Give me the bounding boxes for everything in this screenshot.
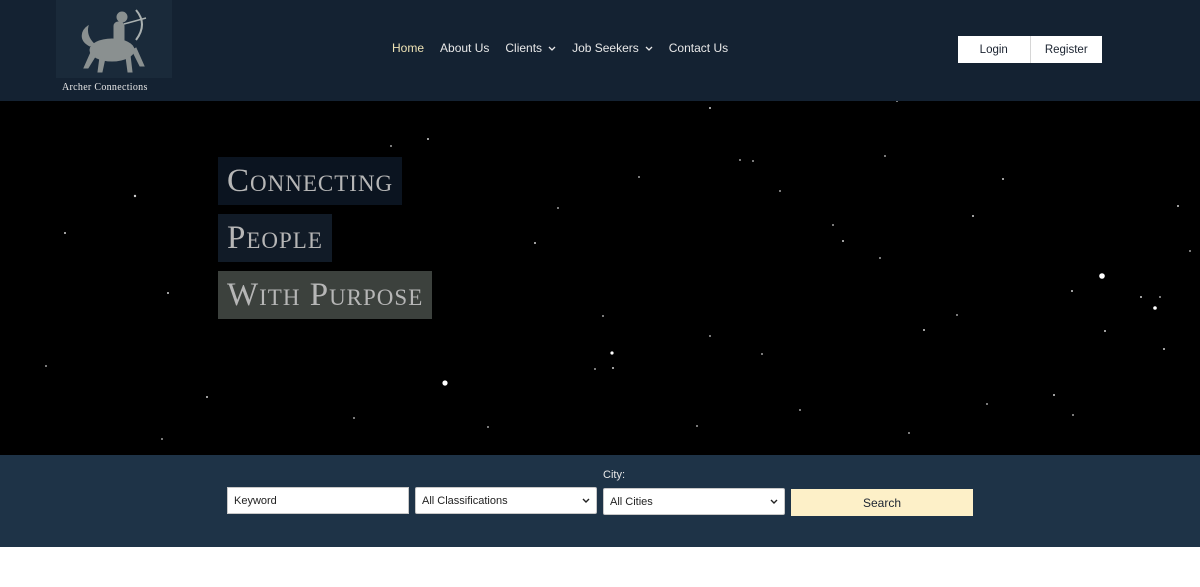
nav-item-label: Contact Us <box>668 41 729 55</box>
nav-item-contact-us[interactable]: Contact Us <box>669 41 728 55</box>
search-button[interactable]: Search <box>791 489 973 516</box>
city-selected: All Cities <box>610 495 653 508</box>
keyword-placeholder: Keyword <box>234 494 277 507</box>
hero-headline-line-2: People <box>218 214 332 262</box>
centaur-archer-icon <box>56 0 172 78</box>
hero-headline-line-1: Connecting <box>218 157 403 205</box>
nav-item-label: Home <box>392 41 425 55</box>
nav-item-label: About Us <box>440 41 490 55</box>
nav-item-label: Clients <box>505 41 543 55</box>
auth-buttons: Login Register <box>958 36 1102 63</box>
chevron-down-icon <box>645 41 653 55</box>
logo-text: Archer Connections <box>62 82 148 93</box>
register-button[interactable]: Register <box>1029 36 1103 63</box>
nav-item-clients[interactable]: Clients <box>505 41 556 55</box>
hero-banner: Connecting People With Purpose <box>0 101 1200 455</box>
nav-item-home[interactable]: Home <box>392 41 424 55</box>
chevron-down-icon <box>580 495 590 507</box>
chevron-down-icon <box>548 41 556 55</box>
logo[interactable]: Archer Connections <box>56 0 176 101</box>
site-header: Archer Connections Home About Us Clients… <box>0 0 1200 101</box>
city-label: City: <box>603 469 625 481</box>
chevron-down-icon <box>768 496 778 508</box>
nav-item-label: Job Seekers <box>572 41 639 55</box>
starfield-background <box>45 101 1191 440</box>
nav-item-about-us[interactable]: About Us <box>440 41 489 55</box>
login-button[interactable]: Login <box>958 36 1030 63</box>
city-select[interactable]: All Cities <box>603 488 785 515</box>
hero-headline-line-3: With Purpose <box>218 271 433 319</box>
main-nav: Home About Us Clients Job Seekers Contac… <box>392 41 728 55</box>
job-search-bar: City: Keyword All Classifications All Ci… <box>0 455 1200 547</box>
keyword-input[interactable]: Keyword <box>227 487 409 514</box>
nav-item-job-seekers[interactable]: Job Seekers <box>572 41 653 55</box>
classification-selected: All Classifications <box>422 494 508 507</box>
classification-select[interactable]: All Classifications <box>415 487 597 514</box>
